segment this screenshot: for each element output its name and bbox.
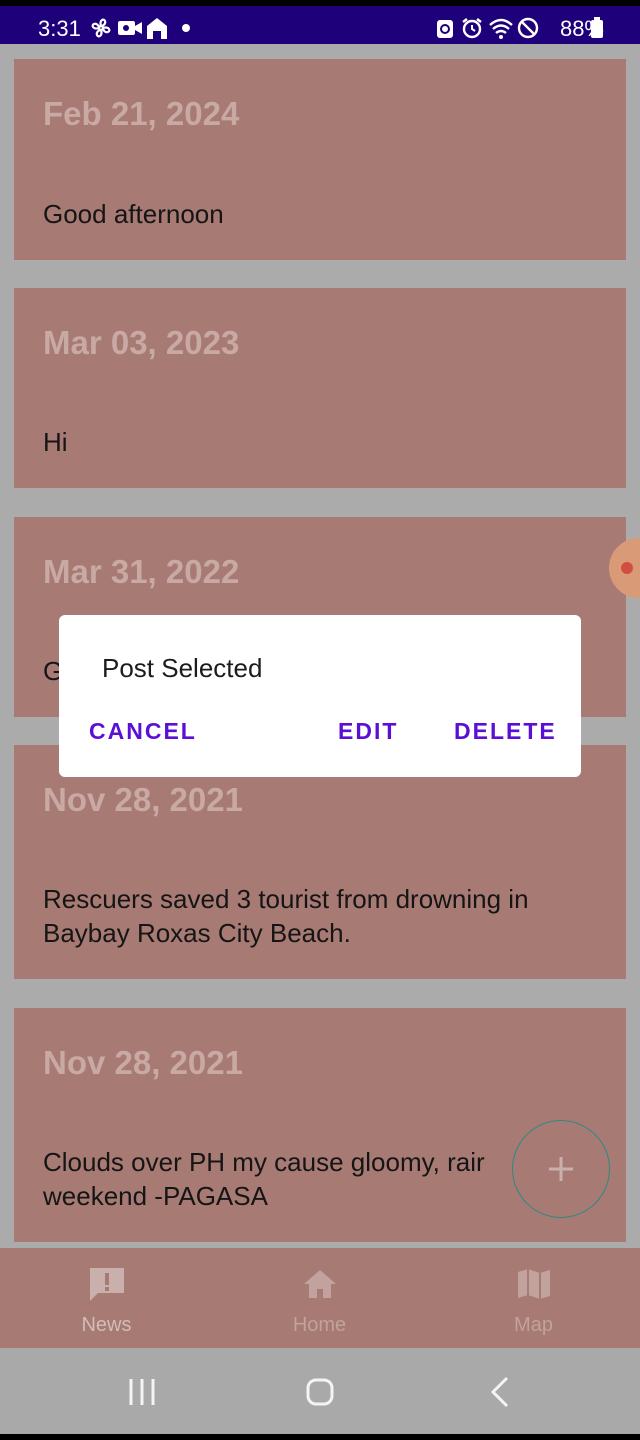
post-text: Rescuers saved 3 tourist from drowning i… <box>43 884 529 948</box>
alarm-icon <box>461 17 483 39</box>
news-alert-icon <box>87 1264 127 1304</box>
add-post-button[interactable] <box>512 1120 610 1218</box>
notification-dot-icon <box>181 17 191 39</box>
delete-button[interactable]: DELETE <box>454 718 557 745</box>
post-card[interactable]: Feb 21, 2024 Good afternoon <box>14 59 626 260</box>
nav-label: News <box>81 1314 132 1336</box>
post-text: Hi <box>43 427 68 457</box>
screen-edge <box>0 1434 640 1440</box>
cancel-button[interactable]: CANCEL <box>89 718 197 745</box>
recent-apps-icon[interactable] <box>126 1372 158 1412</box>
post-date: Mar 31, 2022 <box>43 553 240 590</box>
home-icon <box>300 1264 340 1304</box>
do-not-disturb-icon <box>517 17 539 39</box>
post-date: Mar 03, 2023 <box>43 324 240 361</box>
nav-item-map[interactable]: Map <box>427 1248 640 1348</box>
post-date: Feb 21, 2024 <box>43 95 240 132</box>
nav-label: Home <box>292 1314 347 1336</box>
post-text: Good afternoon <box>43 199 224 229</box>
nav-label: Map <box>514 1314 553 1336</box>
post-card[interactable]: Nov 28, 2021 Rescuers saved 3 tourist fr… <box>14 745 626 979</box>
fan-icon <box>90 17 112 39</box>
nav-item-news[interactable]: News <box>0 1248 213 1348</box>
back-icon[interactable] <box>488 1372 512 1412</box>
post-date: Nov 28, 2021 <box>43 1044 243 1081</box>
video-camera-icon <box>117 17 143 39</box>
system-navigation-bar <box>0 1348 640 1434</box>
nav-item-home[interactable]: Home <box>213 1248 426 1348</box>
post-date: Nov 28, 2021 <box>43 781 243 818</box>
plus-icon <box>549 1157 573 1181</box>
bottom-navigation: News Home Map <box>0 1248 640 1348</box>
bubble-dot-icon <box>621 562 633 574</box>
wifi-icon <box>488 17 514 39</box>
home-outline-icon <box>145 17 169 39</box>
post-selected-dialog: Post Selected CANCEL EDIT DELETE <box>59 615 581 777</box>
edit-button[interactable]: EDIT <box>338 718 398 745</box>
status-bar: 3:31 88% <box>0 0 640 44</box>
home-button-icon[interactable] <box>304 1372 336 1412</box>
status-time: 3:31 <box>38 16 81 41</box>
battery-icon <box>590 17 604 39</box>
sync-lock-icon <box>436 17 454 39</box>
post-card[interactable]: Mar 03, 2023 Hi <box>14 288 626 488</box>
post-text: Clouds over PH my cause gloomy, rair wee… <box>43 1147 485 1211</box>
dialog-title: Post Selected <box>102 653 263 683</box>
map-icon <box>514 1264 554 1304</box>
